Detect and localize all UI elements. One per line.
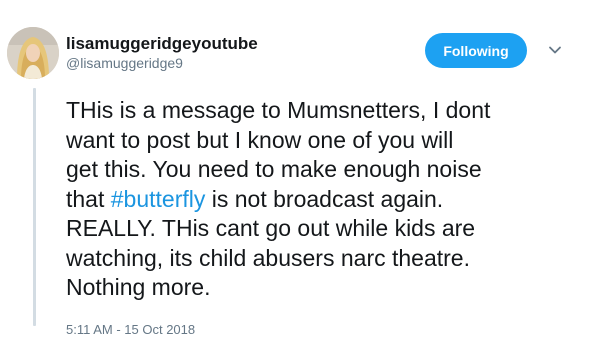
tweet-text-segment: that [66,185,111,212]
avatar[interactable] [7,27,59,79]
tweet-line: Nothing more. [66,274,211,300]
tweet-timestamp[interactable]: 5:11 AM - 15 Oct 2018 [66,322,195,337]
tweet-line: that #butterfly is not broadcast again. [66,185,566,215]
tweet-line: get this. You need to make enough noise [66,156,482,182]
tweet-line: THis is a message to Mumsnetters, I dont [66,97,491,123]
hashtag-link[interactable]: #butterfly [111,186,206,212]
user-handle[interactable]: @lisamuggeridge9 [66,55,183,71]
tweet-text: THis is a message to Mumsnetters, I dont… [66,96,566,303]
display-name[interactable]: lisamuggeridgeyoutube [66,34,258,54]
profile-photo-icon [7,27,59,79]
tweet-line: want to post but I know one of you will [66,126,454,153]
following-button[interactable]: Following [425,33,527,68]
thread-connector-line [33,88,36,326]
tweet-line: REALLY. THis cant go out while kids are [66,215,476,241]
tweet-text-segment: is not broadcast again. [205,185,444,212]
tweet-line: watching, its child abusers narc theatre… [66,244,470,271]
chevron-down-icon[interactable] [548,43,562,57]
